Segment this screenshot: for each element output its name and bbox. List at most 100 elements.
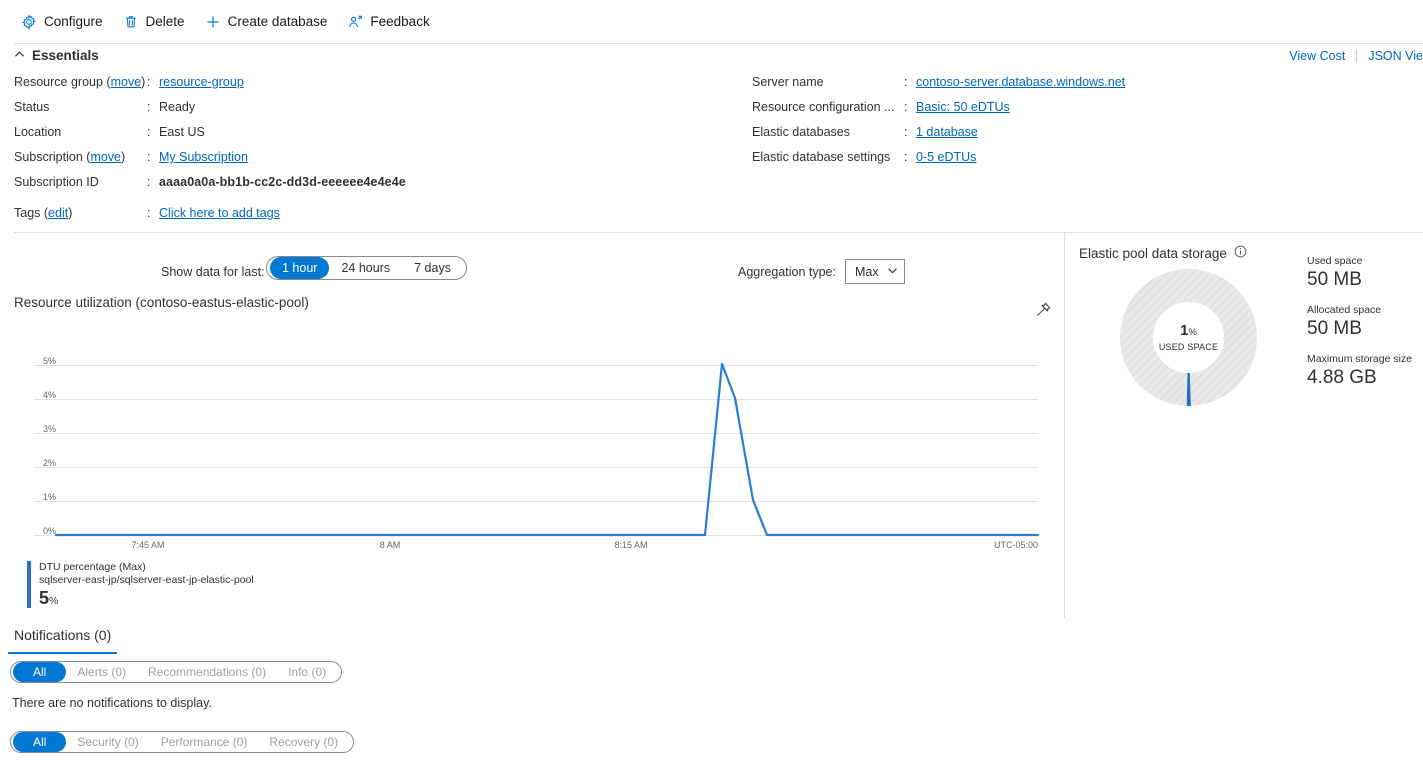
svg-text:0%: 0% [43,526,56,536]
pin-icon [1035,301,1052,323]
aggregation-type-select[interactable]: Max [845,259,905,284]
storage-donut-chart [1120,269,1258,411]
time-range-7-days[interactable]: 7 days [402,257,463,279]
svg-text:1%: 1% [43,492,56,502]
essentials-toggle[interactable]: Essentials [14,48,99,63]
chart-legend[interactable]: DTU percentage (Max) sqlserver-east-jp/s… [27,561,254,612]
essentials-column-left: Resource group (move) : resource-group S… [14,75,406,231]
resource-group-value[interactable]: resource-group [159,75,244,89]
row-server-name: Server name : contoso-server.database.wi… [752,75,1125,100]
status-value: Ready [159,100,196,114]
resource-group-label: Resource group (move) [14,75,146,89]
elastic-database-settings-value[interactable]: 0-5 eDTUs [916,150,976,164]
notification-filter-group: All Alerts (0) Recommendations (0) Info … [10,661,343,683]
show-data-label: Show data for last: [161,265,265,279]
subscription-id-value: aaaa0a0a-bb1b-cc2c-dd3d-eeeeee4e4e4e [159,175,406,189]
azure-elastic-pool-overview: Configure Delete Create database Feedbac… [0,0,1423,763]
location-value: East US [159,125,205,139]
aggregation-type-label: Aggregation type: [738,265,836,279]
resource-configuration-value[interactable]: Basic: 50 eDTUs [916,100,1010,114]
server-name-label: Server name [752,75,824,89]
maximum-storage-size-label: Maximum storage size [1307,353,1413,365]
gear-icon [21,13,37,30]
filter-recovery[interactable]: Recovery (0) [258,732,349,752]
storage-title-label: Elastic pool data storage [1079,245,1227,261]
pin-chart-button[interactable] [1030,299,1056,325]
filter-security[interactable]: Security (0) [66,732,149,752]
notification-filters-primary: All Alerts (0) Recommendations (0) Info … [10,661,343,683]
commandbar-divider [14,43,1423,44]
info-circle-icon[interactable] [1234,245,1247,261]
row-subscription: Subscription (move) : My Subscription [14,150,406,175]
plus-icon [205,14,221,30]
subscription-label-text: Subscription [14,150,83,164]
filter-info[interactable]: Info (0) [277,662,337,682]
colon: : [147,100,151,114]
essentials-column-right: Server name : contoso-server.database.wi… [752,75,1125,175]
subscription-move-link[interactable]: move [90,150,121,164]
tab-notifications[interactable]: Notifications (0) [8,624,118,654]
filter-all-secondary[interactable]: All [13,732,67,752]
maximum-storage-size-value: 4.88 GB [1307,367,1377,388]
chart-controls: Show data for last: 1 hour 24 hours 7 da… [0,255,1064,291]
row-resource-group: Resource group (move) : resource-group [14,75,406,100]
row-elastic-database-settings: Elastic database settings : 0-5 eDTUs [752,150,1125,175]
delete-button[interactable]: Delete [116,9,194,35]
colon: : [904,150,908,164]
stat-maximum-storage-size: Maximum storage size 4.88 GB [1307,353,1412,390]
colon: : [147,125,151,139]
filter-performance[interactable]: Performance (0) [150,732,259,752]
chart-timezone-label: UTC-05:00 [994,540,1038,548]
chart-gridlines [34,365,1038,536]
server-name-value[interactable]: contoso-server.database.windows.net [916,75,1125,89]
resource-utilization-tile: Show data for last: 1 hour 24 hours 7 da… [0,233,1064,618]
colon: : [904,100,908,114]
svg-text:4%: 4% [43,390,56,400]
filter-recommendations[interactable]: Recommendations (0) [137,662,277,682]
svg-text:5%: 5% [43,356,56,366]
legend-value-number: 5 [39,588,50,608]
tags-label-text: Tags [14,206,41,220]
feedback-label: Feedback [370,14,430,29]
essentials-label: Essentials [32,48,99,63]
chart-series-line [54,362,1040,537]
create-database-button[interactable]: Create database [198,9,337,35]
filter-all[interactable]: All [13,662,67,682]
row-status: Status : Ready [14,100,406,125]
elastic-databases-value[interactable]: 1 database [916,125,978,139]
svg-text:3%: 3% [43,424,56,434]
dtu-line-chart: 5% 4% 3% 2% 1% 0% 7:45 AM 8 AM 8:15 AM U… [0,348,1064,550]
feedback-button[interactable]: Feedback [340,9,438,35]
legend-value: 5% [39,588,254,612]
aggregation-type-value: Max [855,264,879,279]
resource-group-move-link[interactable]: move [111,75,142,89]
tags-label: Tags (edit) [14,206,73,220]
tags-edit-link[interactable]: edit [48,206,68,220]
view-cost-link[interactable]: View Cost [1289,49,1345,63]
json-view-link[interactable]: JSON Vie [1368,49,1423,63]
elastic-pool-data-storage-tile: Elastic pool data storage 1% USED SPACE … [1065,233,1423,618]
create-database-label: Create database [227,14,328,29]
colon: : [904,125,908,139]
tags-value[interactable]: Click here to add tags [159,206,280,220]
stat-used-space: Used space 50 MB [1307,255,1412,292]
delete-label: Delete [145,14,185,29]
allocated-space-label: Allocated space [1307,304,1382,316]
storage-stats: Used space 50 MB Allocated space 50 MB M… [1307,255,1412,402]
filter-alerts[interactable]: Alerts (0) [66,662,137,682]
colon: : [147,150,151,164]
subscription-value[interactable]: My Subscription [159,150,248,164]
time-range-24-hours[interactable]: 24 hours [329,257,402,279]
row-location: Location : East US [14,125,406,150]
chart-svg: 5% 4% 3% 2% 1% 0% 7:45 AM 8 AM 8:15 AM U… [34,356,1040,550]
configure-button[interactable]: Configure [14,9,112,35]
resource-group-label-text: Resource group [14,75,103,89]
time-range-1-hour[interactable]: 1 hour [270,257,330,279]
chart-y-tick-labels: 5% 4% 3% 2% 1% 0% [43,356,56,536]
legend-metric-name: DTU percentage (Max) [39,561,146,573]
subscription-id-label: Subscription ID [14,175,99,189]
allocated-space-value: 50 MB [1307,318,1362,339]
time-range-selector: 1 hour 24 hours 7 days [266,256,467,280]
chart-x-tick-labels: 7:45 AM 8 AM 8:15 AM [131,540,647,550]
notification-filter-group-secondary: All Security (0) Performance (0) Recover… [10,731,355,753]
